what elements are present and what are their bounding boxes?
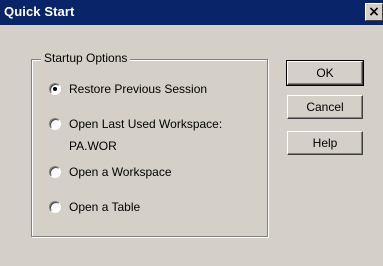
radio-label: Open a Workspace <box>69 165 172 179</box>
last-workspace-name: PA.WOR <box>69 139 117 153</box>
radio-label: Restore Previous Session <box>69 82 208 96</box>
quick-start-dialog: Quick Start × Startup Options Restore Pr… <box>0 0 383 266</box>
radio-button-checked[interactable] <box>49 83 61 95</box>
close-button[interactable]: × <box>365 3 383 21</box>
close-icon: × <box>368 4 380 20</box>
radio-open-a-table[interactable]: Open a Table <box>49 199 140 215</box>
help-button[interactable]: Help <box>287 131 363 155</box>
radio-open-a-workspace[interactable]: Open a Workspace <box>49 164 172 180</box>
radio-open-last-used-workspace[interactable]: Open Last Used Workspace: <box>49 116 222 132</box>
radio-button[interactable] <box>49 166 61 178</box>
ok-button[interactable]: OK <box>286 60 364 86</box>
radio-button[interactable] <box>49 201 61 213</box>
dialog-title: Quick Start <box>4 4 75 19</box>
radio-label: Open a Table <box>69 200 141 214</box>
radio-button[interactable] <box>49 118 61 130</box>
title-bar: Quick Start × <box>0 0 383 25</box>
radio-label: Open Last Used Workspace: <box>69 117 223 131</box>
startup-options-label: Startup Options <box>41 51 131 65</box>
cancel-button[interactable]: Cancel <box>287 95 363 119</box>
radio-restore-previous-session[interactable]: Restore Previous Session <box>49 81 207 97</box>
